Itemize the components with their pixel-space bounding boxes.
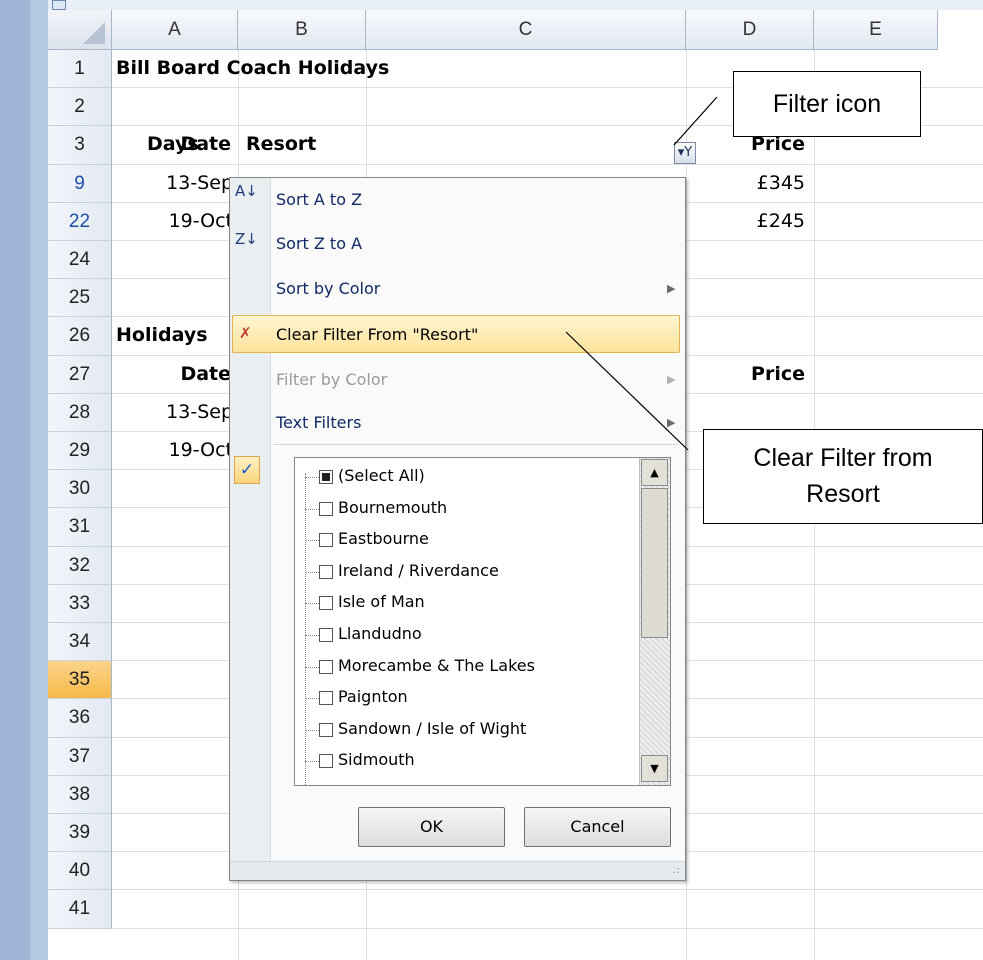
- callout-leader-lines: [565, 96, 718, 451]
